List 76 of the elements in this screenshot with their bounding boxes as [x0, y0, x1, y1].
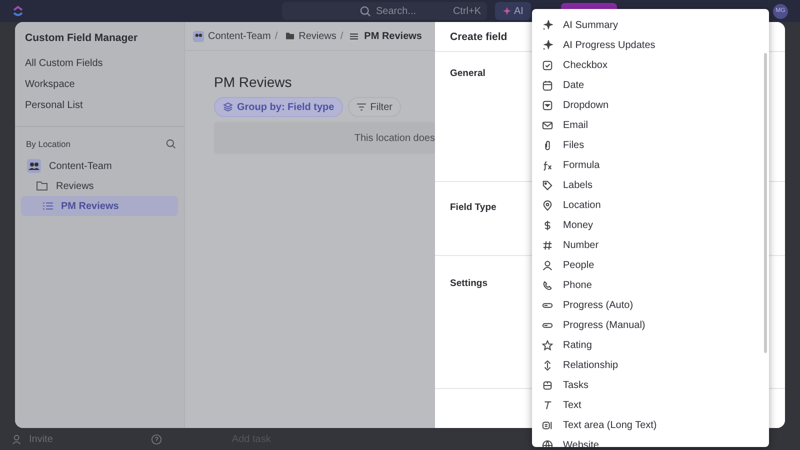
- filter-icon: [357, 103, 366, 111]
- tree-item[interactable]: Content-Team: [21, 156, 178, 176]
- menu-item[interactable]: People: [532, 255, 769, 275]
- search-placeholder: Search...: [376, 6, 416, 16]
- text-icon: [542, 400, 553, 410]
- tag-icon: [542, 180, 553, 190]
- sparkle-icon: [542, 20, 553, 30]
- dollar-icon: [542, 220, 553, 230]
- breadcrumb-link[interactable]: Content-Team: [208, 30, 271, 42]
- menu-item[interactable]: AI Progress Updates: [532, 35, 769, 55]
- pin-icon: [542, 200, 553, 210]
- menu-item[interactable]: Progress (Manual): [532, 315, 769, 335]
- sidebar-item[interactable]: Workspace: [21, 76, 178, 93]
- search-field[interactable]: Search... Ctrl+K: [282, 2, 487, 20]
- section-title: By Location: [26, 139, 70, 149]
- list-icon: [43, 202, 53, 210]
- menu-item[interactable]: Text: [532, 395, 769, 415]
- menu-item[interactable]: Relationship: [532, 355, 769, 375]
- menu-item[interactable]: Progress (Auto): [532, 295, 769, 315]
- folder-icon: [284, 32, 295, 40]
- menu-item[interactable]: Tasks: [532, 375, 769, 395]
- person-icon: [542, 260, 553, 270]
- tasks-icon: [542, 380, 553, 390]
- menu-item[interactable]: Phone: [532, 275, 769, 295]
- search-icon[interactable]: [166, 139, 176, 149]
- menu-item[interactable]: Labels: [532, 175, 769, 195]
- formula-icon: [542, 160, 553, 170]
- menu-item[interactable]: Location: [532, 195, 769, 215]
- envelope-icon: [542, 120, 553, 130]
- shortcut-hint: Ctrl+K: [452, 6, 481, 16]
- person-add-icon: [12, 434, 23, 444]
- logo-icon[interactable]: [12, 5, 24, 17]
- breadcrumb-separator: /: [274, 30, 278, 42]
- hash-icon: [542, 240, 553, 250]
- breadcrumb-link[interactable]: PM Reviews: [364, 30, 422, 42]
- star-icon: [542, 340, 553, 350]
- menu-item[interactable]: Dropdown: [532, 95, 769, 115]
- checkbox-icon: [542, 60, 553, 70]
- sidebar-title: Custom Field Manager: [24, 32, 139, 44]
- tree-item[interactable]: Reviews: [21, 176, 178, 196]
- ai-button[interactable]: AI: [495, 2, 532, 20]
- help-icon[interactable]: [150, 434, 162, 444]
- scrollbar[interactable]: [764, 53, 767, 353]
- list-icon: [350, 32, 358, 40]
- phone-icon: [542, 280, 553, 290]
- team-icon: [27, 159, 41, 173]
- layers-icon: [223, 102, 233, 112]
- section-label: Field Type: [450, 202, 496, 213]
- menu-item[interactable]: Files: [532, 135, 769, 155]
- section-label: Settings: [450, 278, 488, 289]
- sparkle-icon: [542, 40, 553, 50]
- breadcrumb-link[interactable]: Reviews: [298, 30, 336, 42]
- folder-icon: [36, 181, 48, 191]
- breadcrumb-separator: /: [340, 30, 344, 42]
- paperclip-icon: [542, 140, 553, 150]
- sparkle-icon: [503, 7, 511, 15]
- sidebar-item[interactable]: All Custom Fields: [21, 55, 178, 72]
- menu-item[interactable]: Email: [532, 115, 769, 135]
- empty-message: This location does: [354, 132, 435, 144]
- section-label: General: [450, 68, 486, 79]
- relationship-icon: [542, 360, 553, 370]
- text-area-icon: [542, 420, 553, 430]
- menu-item[interactable]: Formula: [532, 155, 769, 175]
- calendar-icon: [542, 80, 553, 90]
- menu-item[interactable]: Date: [532, 75, 769, 95]
- dropdown-icon: [542, 100, 553, 110]
- filter-button[interactable]: Filter: [348, 97, 402, 117]
- page-title: PM Reviews: [214, 74, 293, 90]
- menu-item[interactable]: Checkbox: [532, 55, 769, 75]
- team-icon: [193, 30, 204, 42]
- search-icon: [360, 6, 371, 16]
- menu-item[interactable]: Text area (Long Text): [532, 415, 769, 435]
- menu-item[interactable]: Number: [532, 235, 769, 255]
- menu-item[interactable]: Money: [532, 215, 769, 235]
- menu-item[interactable]: Rating: [532, 335, 769, 355]
- sidebar-item[interactable]: Personal List: [21, 97, 178, 114]
